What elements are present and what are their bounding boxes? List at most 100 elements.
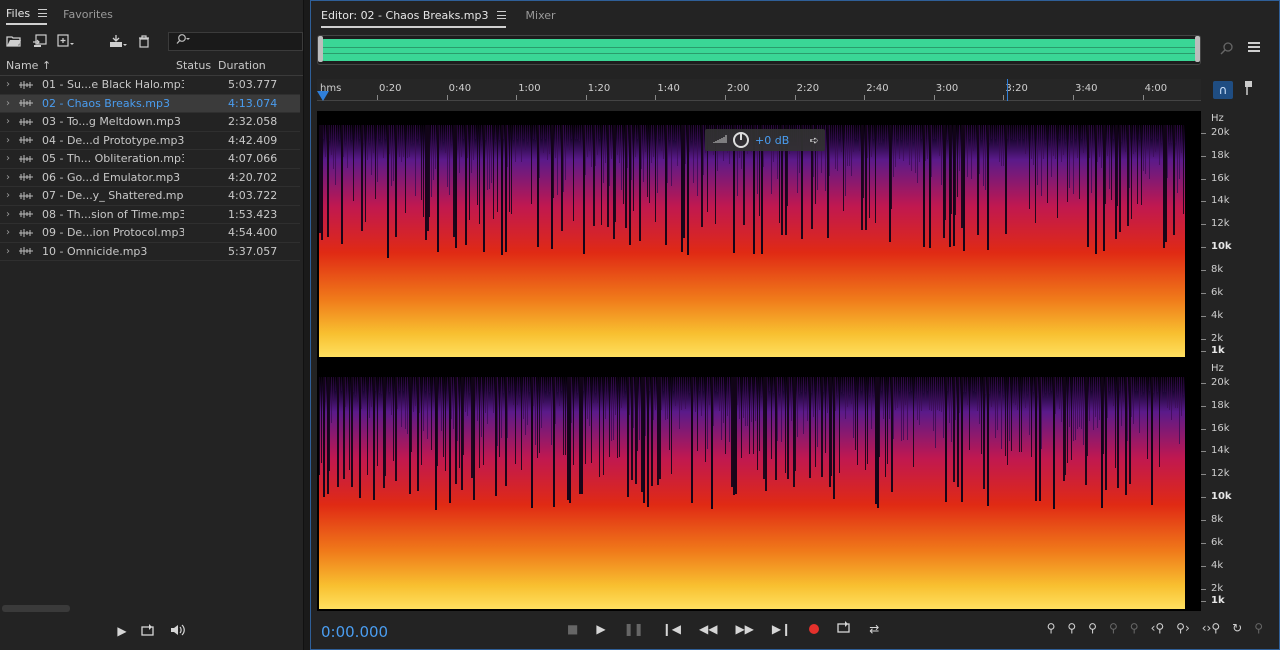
insert-into-multitrack-icon[interactable]	[108, 32, 128, 50]
marker-pin-icon[interactable]	[1245, 81, 1253, 98]
frequency-axis-top: Hz 20k 18k 16k 14k 12k 10k 8k 6k 4k 2k 1k	[1201, 113, 1245, 359]
frequency-label: 8k	[1211, 514, 1224, 525]
ruler-tick-label: 0:20	[379, 83, 402, 94]
expand-chevron-icon[interactable]: ›	[0, 209, 16, 220]
zoom-to-selection-icon[interactable]	[1219, 41, 1235, 59]
frequency-label: Hz	[1211, 363, 1224, 374]
expand-chevron-icon[interactable]: ›	[0, 190, 16, 201]
file-row[interactable]: › 02 - Chaos Breaks.mp3 4:13.074	[0, 94, 300, 113]
file-row[interactable]: › 06 - Go...d Emulator.mp3 4:20.702	[0, 169, 300, 187]
file-row[interactable]: › 09 - De...ion Protocol.mp3 4:54.400	[0, 224, 300, 243]
waveform-file-icon	[16, 154, 36, 164]
record-icon[interactable]	[809, 623, 820, 634]
overview-right-handle[interactable]	[1195, 36, 1200, 62]
frequency-tick	[1201, 566, 1206, 567]
autoplay-speaker-icon[interactable]	[169, 624, 187, 639]
expand-chevron-icon[interactable]: ›	[0, 246, 16, 257]
waveform-overview[interactable]	[317, 35, 1201, 65]
zoom-out-amplitude-icon[interactable]: ⚲	[1067, 621, 1076, 635]
frequency-axis-bottom: Hz 20k 18k 16k 14k 12k 10k 8k 6k 4k 2k 1k	[1201, 363, 1245, 609]
file-row[interactable]: › 04 - De...d Prototype.mp3 4:42.409	[0, 132, 300, 150]
play-icon[interactable]: ▶	[117, 624, 126, 638]
skip-to-end-icon[interactable]: ▶❙	[772, 622, 791, 636]
pin-icon[interactable]: ➪	[810, 134, 819, 147]
snap-magnet-button[interactable]: ∩	[1213, 81, 1233, 99]
time-display[interactable]: 0:00.000	[321, 623, 388, 641]
ruler-tick-label: 2:20	[796, 83, 820, 94]
zoom-in-time-icon[interactable]: ⚲	[1088, 621, 1097, 635]
open-folder-icon[interactable]	[4, 32, 24, 50]
new-file-icon[interactable]	[56, 32, 76, 50]
timeline-ruler[interactable]: hms 0:20 0:40 1:00 1:20 1:40 2:00 2:20 2:40 3:00…	[317, 79, 1201, 101]
expand-chevron-icon[interactable]: ›	[0, 116, 16, 127]
import-file-icon[interactable]	[30, 32, 50, 50]
ruler-tick-label: 1:00	[518, 83, 541, 94]
search-input[interactable]	[167, 31, 303, 51]
pause-icon[interactable]: ❚❚	[624, 622, 644, 636]
gain-knob[interactable]	[733, 132, 749, 148]
zoom-out-time-icon[interactable]: ⚲	[1109, 621, 1118, 635]
expand-chevron-icon[interactable]: ›	[0, 98, 16, 109]
frequency-tick	[1201, 247, 1206, 248]
fast-forward-icon[interactable]: ▶▶	[735, 622, 753, 636]
frequency-label: 4k	[1211, 560, 1224, 571]
expand-chevron-icon[interactable]: ›	[0, 135, 16, 146]
zoom-in-left-icon[interactable]: ‹⚲	[1151, 621, 1165, 635]
files-toolbar	[0, 28, 303, 54]
frequency-tick	[1201, 270, 1206, 271]
trash-icon[interactable]	[134, 32, 154, 50]
file-name: 07 - De...y_ Shattered.mp3	[42, 189, 184, 203]
timeline-cursor[interactable]	[1007, 79, 1008, 101]
frequency-label: 10k	[1211, 491, 1232, 502]
zoom-in-amplitude-icon[interactable]: ⚲	[1047, 621, 1056, 635]
file-row[interactable]: › 05 - Th... Obliteration.mp3 4:07.066	[0, 150, 300, 169]
expand-chevron-icon[interactable]: ›	[0, 79, 16, 90]
spectrogram-right-channel[interactable]	[319, 363, 1197, 609]
rewind-icon[interactable]: ◀◀	[699, 622, 717, 636]
zoom-out-full-icon[interactable]: ⚲	[1130, 621, 1139, 635]
files-horizontal-scrollbar[interactable]	[2, 605, 70, 612]
file-duration: 5:03.777	[228, 78, 278, 92]
file-row[interactable]: › 08 - Th...sion of Time.mp3 1:53.423	[0, 206, 300, 224]
file-row[interactable]: › 10 - Omnicide.mp3 5:37.057	[0, 243, 300, 261]
loop-playback-icon[interactable]	[837, 621, 851, 636]
list-view-icon[interactable]	[1247, 41, 1261, 59]
file-list-header: Name ↑ Status Duration	[0, 56, 303, 76]
expand-chevron-icon[interactable]: ›	[0, 153, 16, 164]
column-status[interactable]: Status	[176, 59, 218, 72]
overview-left-handle[interactable]	[318, 36, 323, 62]
tab-editor[interactable]: Editor: 02 - Chaos Breaks.mp3	[321, 3, 506, 28]
skip-selection-icon[interactable]: ⇄	[869, 622, 879, 636]
frequency-label: 14k	[1211, 195, 1230, 206]
zoom-reset-icon[interactable]: ↻	[1232, 621, 1242, 635]
file-row[interactable]: › 03 - To...g Meltdown.mp3 2:32.058	[0, 113, 300, 132]
tab-files[interactable]: Files	[6, 3, 48, 25]
expand-chevron-icon[interactable]: ›	[0, 172, 16, 183]
ruler-tick-label: 4:00	[1144, 83, 1168, 94]
play-icon[interactable]: ▶	[596, 622, 605, 636]
zoom-in-right-icon[interactable]: ⚲›	[1176, 621, 1190, 635]
file-duration: 4:07.066	[228, 152, 278, 166]
file-row[interactable]: › 01 - Su...e Black Halo.mp3 5:03.777	[0, 76, 300, 95]
ruler-tick	[725, 95, 726, 100]
stop-icon[interactable]: ■	[567, 622, 578, 636]
tab-mixer[interactable]: Mixer	[526, 9, 556, 22]
file-duration: 4:13.074	[228, 96, 278, 110]
frequency-tick	[1201, 133, 1206, 134]
panel-menu-icon[interactable]	[38, 9, 48, 17]
editor-menu-icon[interactable]	[496, 11, 506, 19]
loop-icon[interactable]	[140, 623, 155, 639]
file-row[interactable]: › 07 - De...y_ Shattered.mp3 4:03.722	[0, 187, 300, 206]
expand-chevron-icon[interactable]: ›	[0, 227, 16, 238]
skip-to-start-icon[interactable]: ❙◀	[662, 622, 681, 636]
column-duration[interactable]: Duration	[218, 59, 298, 72]
playhead[interactable]	[317, 91, 329, 101]
ruler-tick	[446, 95, 448, 100]
spectral-display[interactable]: +0 dB ➪	[317, 111, 1201, 611]
zoom-to-selection-icon[interactable]: ‹›⚲	[1202, 621, 1220, 635]
column-name[interactable]: Name ↑	[0, 59, 176, 72]
gain-hud[interactable]: +0 dB ➪	[705, 129, 825, 151]
tab-favorites[interactable]: Favorites	[63, 0, 113, 28]
frequency-tick	[1201, 429, 1206, 430]
zoom-frequency-icon[interactable]: ⚲	[1254, 621, 1263, 635]
